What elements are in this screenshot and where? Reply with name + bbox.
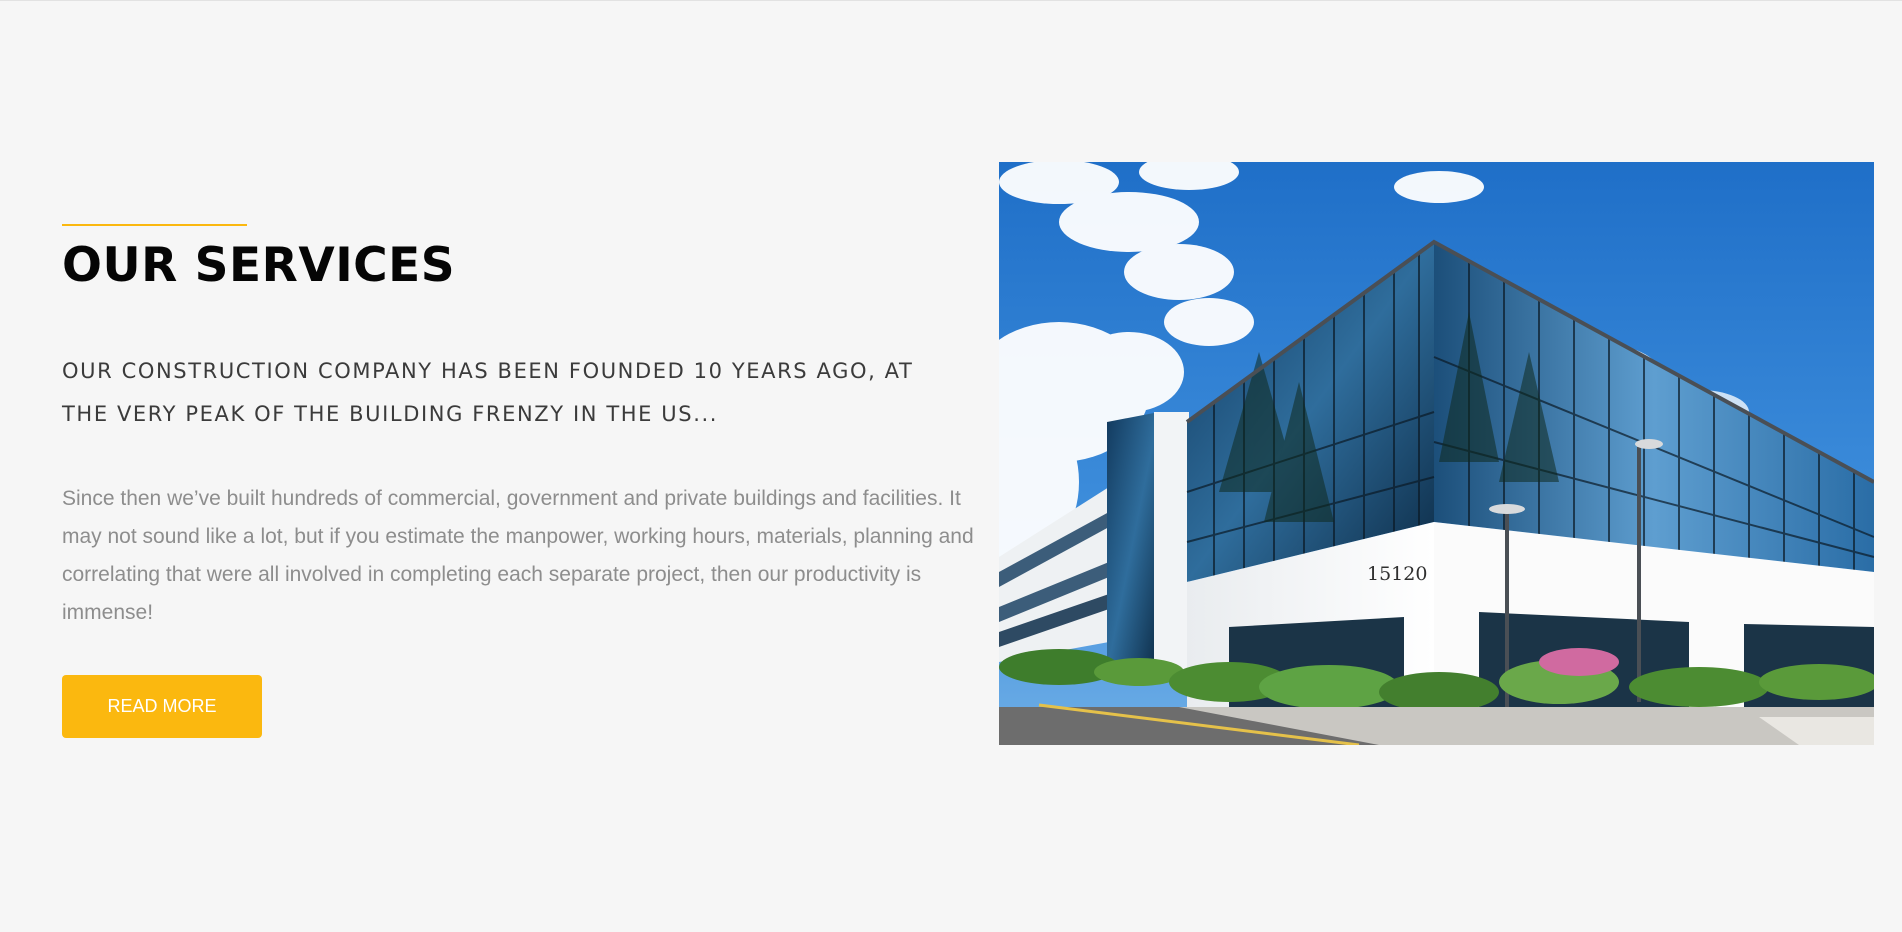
title-accent-line <box>62 224 247 226</box>
office-building-photo: 15120 <box>999 162 1874 745</box>
building-number: 15120 <box>1367 563 1427 585</box>
top-divider <box>0 0 1902 1</box>
section-title: OUR SERVICES <box>62 238 456 293</box>
read-more-button[interactable]: READ MORE <box>62 674 262 738</box>
section-description: Since then we’ve built hundreds of comme… <box>62 486 974 624</box>
section-lead: OUR CONSTRUCTION COMPANY HAS BEEN FOUNDE… <box>62 358 914 426</box>
services-section: OUR SERVICES OUR CONSTRUCTION COMPANY HA… <box>62 224 982 738</box>
